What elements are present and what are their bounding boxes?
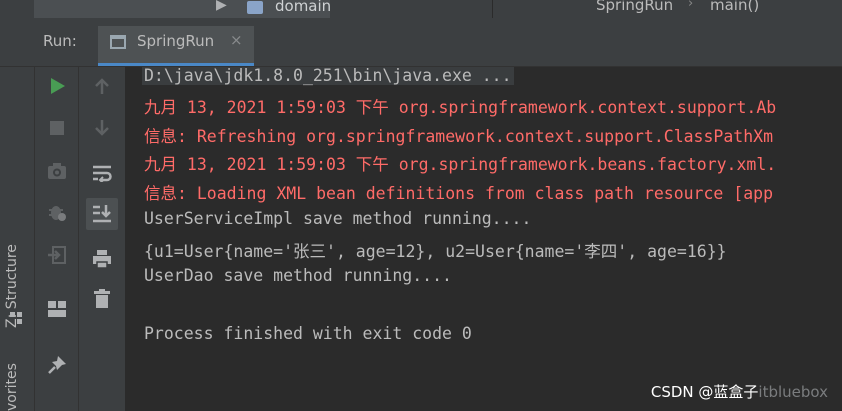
console-line: 信息: Loading XML bean definitions from cl… <box>144 184 774 203</box>
console-line: Process finished with exit code 0 <box>144 324 472 343</box>
bug-icon <box>49 206 66 221</box>
breadcrumb-separator-icon: › <box>688 0 694 11</box>
console-line: UserDao save method running.... <box>144 266 452 285</box>
soft-wrap-button[interactable] <box>86 157 118 189</box>
project-tree-row[interactable]: ▶ domain <box>34 0 331 18</box>
print-button[interactable] <box>86 243 118 275</box>
layout-icon <box>48 301 66 317</box>
run-panel-title: Run: <box>43 32 77 50</box>
rerun-button[interactable] <box>41 70 73 102</box>
camera-icon <box>48 163 66 179</box>
run-tool-window-header: Run: SpringRun × <box>0 18 842 67</box>
scroll-to-end-button[interactable] <box>86 198 118 230</box>
soft-wrap-icon <box>93 165 112 182</box>
navigation-bar: ▶ domain SpringRun › main() <box>0 0 842 18</box>
console-line: 九月 13, 2021 1:59:03 下午 org.springframewo… <box>144 98 777 117</box>
tab-close-icon[interactable]: × <box>230 31 243 49</box>
restore-layout-button[interactable] <box>41 293 73 325</box>
watermark: CSDN @蓝盒子itbluebox <box>651 381 828 402</box>
run-icon <box>51 78 65 94</box>
pin-tab-button[interactable] <box>41 349 73 381</box>
expand-arrow-icon[interactable]: ▶ <box>216 0 227 13</box>
clear-all-button[interactable] <box>86 283 118 315</box>
up-stack-button[interactable] <box>86 70 118 102</box>
run-toolbar <box>35 67 125 411</box>
folder-icon <box>247 1 263 14</box>
watermark-faded: itbluebox <box>758 383 828 401</box>
console-line: 信息: Refreshing org.springframework.conte… <box>144 127 774 146</box>
console-line: D:\java\jdk1.8.0_251\bin\java.exe ... <box>142 67 514 85</box>
structure-icon <box>10 312 22 324</box>
breadcrumb-method[interactable]: main() <box>710 0 759 14</box>
dump-threads-button[interactable] <box>41 155 73 187</box>
console-line: 九月 13, 2021 1:59:03 下午 org.springframewo… <box>144 155 777 174</box>
trash-icon <box>94 289 110 308</box>
console-output[interactable]: D:\java\jdk1.8.0_251\bin\java.exe ... 九月… <box>126 67 842 411</box>
debug-settings-button[interactable] <box>41 196 73 228</box>
watermark-main: CSDN @蓝盒子 <box>650 383 759 401</box>
console-line: {u1=User{name='张三', age=12}, u2=User{nam… <box>144 242 727 261</box>
panel-divider <box>492 0 493 18</box>
project-item-label[interactable]: domain <box>275 0 331 15</box>
print-icon <box>93 250 111 269</box>
console-window-icon <box>110 35 126 49</box>
breadcrumb-class[interactable]: SpringRun <box>596 0 673 14</box>
left-tool-stripe <box>0 67 35 411</box>
tab-springrun[interactable]: SpringRun × <box>98 26 254 66</box>
exit-button[interactable] <box>41 239 73 271</box>
pin-icon <box>48 356 66 374</box>
favorites-tool-button[interactable]: vorites <box>4 363 20 411</box>
exit-icon <box>48 246 66 264</box>
console-line: UserServiceImpl save method running.... <box>144 209 532 228</box>
arrow-down-icon <box>95 120 109 136</box>
stop-button[interactable] <box>41 112 73 144</box>
toolbar-divider <box>78 67 79 411</box>
down-stack-button[interactable] <box>86 112 118 144</box>
tab-label[interactable]: SpringRun <box>137 32 214 50</box>
stop-icon <box>50 121 64 135</box>
arrow-up-icon <box>95 78 109 94</box>
scroll-to-end-icon <box>93 205 111 223</box>
